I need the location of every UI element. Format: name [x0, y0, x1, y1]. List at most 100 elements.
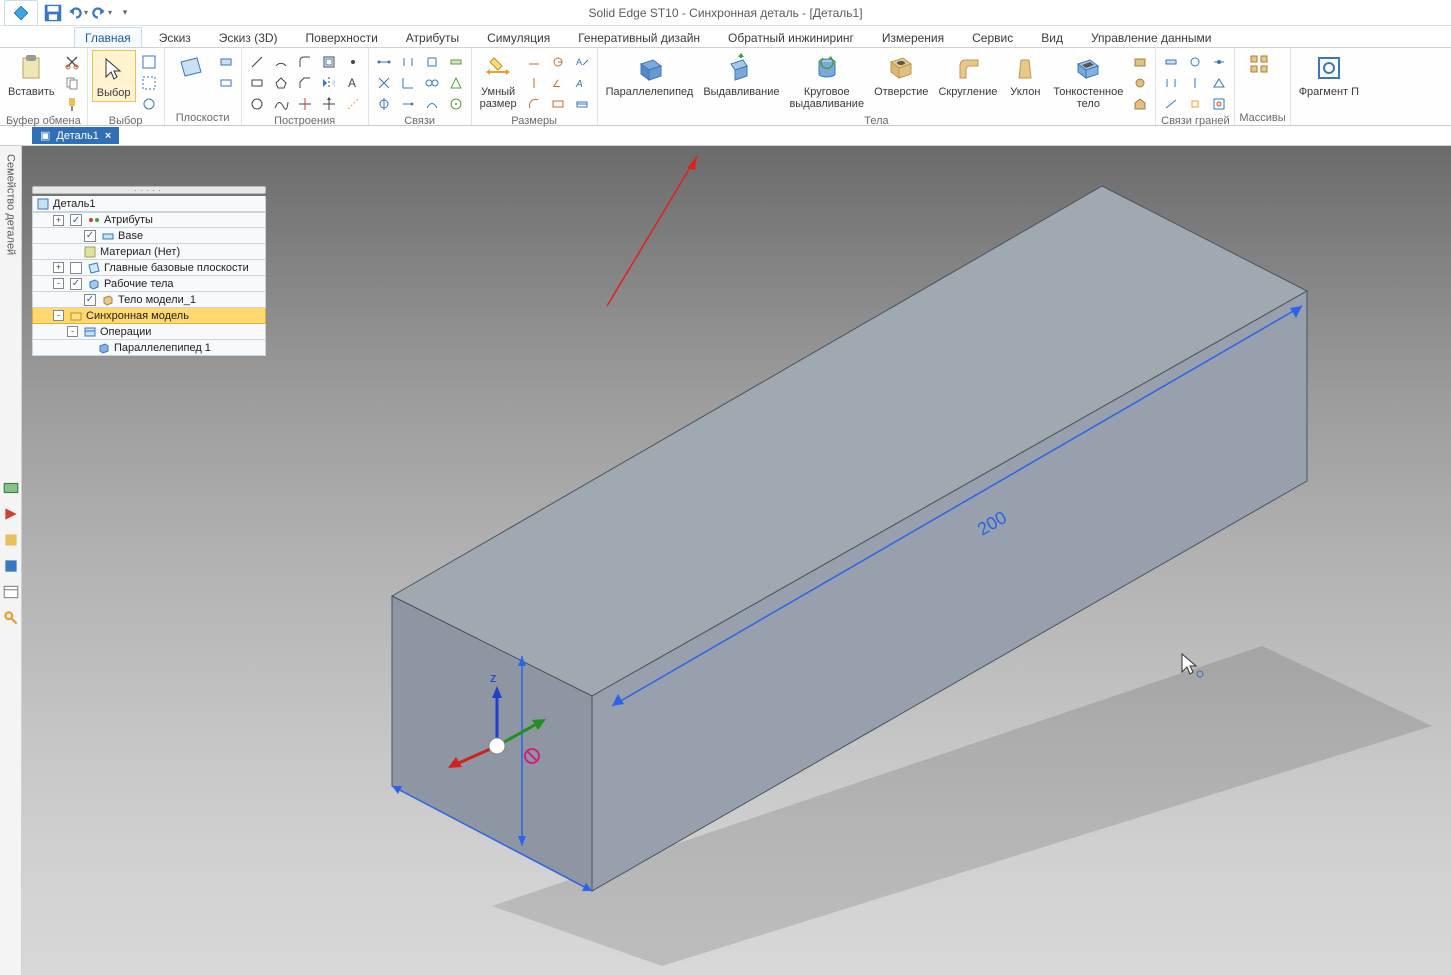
fr-4[interactable]: [1184, 52, 1206, 72]
rel-2[interactable]: [373, 73, 395, 93]
plane-opt-1[interactable]: [215, 52, 237, 72]
ribbon-tab-service[interactable]: Сервис: [961, 27, 1024, 47]
rel-10[interactable]: [445, 52, 467, 72]
tree-checkbox[interactable]: ✓: [70, 278, 82, 290]
tree-item[interactable]: ✓Тело модели_1: [32, 292, 266, 308]
rel-6[interactable]: [397, 94, 419, 114]
hole-button[interactable]: Отверстие: [870, 50, 932, 100]
viewport-3d[interactable]: 200 z Деталь: [22, 146, 1451, 975]
paste-button[interactable]: Вставить: [4, 50, 59, 100]
text-button[interactable]: A: [342, 73, 364, 93]
side-tool-6[interactable]: [2, 609, 20, 627]
undo-button[interactable]: ▾: [66, 3, 88, 23]
construction-button[interactable]: [342, 94, 364, 114]
fr-2[interactable]: [1160, 73, 1182, 93]
dim-2[interactable]: [523, 73, 545, 93]
copy-button[interactable]: [61, 73, 83, 93]
save-button[interactable]: [42, 3, 64, 23]
tree-item[interactable]: +✓Атрибуты: [32, 212, 266, 228]
fr-5[interactable]: [1184, 73, 1206, 93]
side-tool-4[interactable]: [2, 557, 20, 575]
cut-button[interactable]: [61, 52, 83, 72]
document-tab[interactable]: ▣ Деталь1 ×: [32, 127, 119, 144]
rel-4[interactable]: [397, 52, 419, 72]
tree-root[interactable]: Деталь1: [32, 196, 266, 212]
close-tab-button[interactable]: ×: [105, 130, 111, 142]
tree-item[interactable]: +Главные базовые плоскости: [32, 260, 266, 276]
tree-item[interactable]: ✓Base: [32, 228, 266, 244]
tree-expander[interactable]: -: [53, 310, 64, 321]
side-tool-5[interactable]: [2, 583, 20, 601]
fr-7[interactable]: [1208, 52, 1230, 72]
dim-8[interactable]: A: [571, 73, 593, 93]
tree-expander[interactable]: -: [67, 326, 78, 337]
rel-9[interactable]: [421, 94, 443, 114]
plane-opt-2[interactable]: [215, 73, 237, 93]
dim-3[interactable]: [523, 94, 545, 114]
dim-4[interactable]: [547, 52, 569, 72]
rel-11[interactable]: [445, 73, 467, 93]
revolve-button[interactable]: Круговое выдавливание: [785, 50, 868, 112]
tree-checkbox[interactable]: ✓: [84, 294, 96, 306]
tree-checkbox[interactable]: ✓: [84, 230, 96, 242]
tree-grip[interactable]: [32, 186, 266, 194]
extrude-button[interactable]: Выдавливание: [699, 50, 783, 100]
ribbon-tab-reverse[interactable]: Обратный инжиниринг: [717, 27, 865, 47]
fr-8[interactable]: [1208, 73, 1230, 93]
tree-item[interactable]: Параллелепипед 1: [32, 340, 266, 356]
redo-button[interactable]: ▾: [90, 3, 112, 23]
ribbon-tab-surfaces[interactable]: Поверхности: [295, 27, 389, 47]
point-button[interactable]: [342, 52, 364, 72]
fr-9[interactable]: [1208, 94, 1230, 114]
rel-7[interactable]: [421, 52, 443, 72]
trim-button[interactable]: [294, 94, 316, 114]
spline-button[interactable]: [270, 94, 292, 114]
select-mode-1[interactable]: [138, 52, 160, 72]
fr-6[interactable]: [1184, 94, 1206, 114]
ribbon-tab-data[interactable]: Управление данными: [1080, 27, 1223, 47]
solid-ext-3[interactable]: [1129, 94, 1151, 114]
tree-expander[interactable]: +: [53, 215, 64, 226]
pattern-button[interactable]: [1241, 50, 1285, 86]
ribbon-tab-simulation[interactable]: Симуляция: [476, 27, 561, 47]
rel-3[interactable]: [373, 94, 395, 114]
round-button[interactable]: Скругление: [934, 50, 1001, 100]
side-tool-3[interactable]: [2, 531, 20, 549]
ribbon-tab-attributes[interactable]: Атрибуты: [395, 27, 470, 47]
format-painter-button[interactable]: [61, 94, 83, 114]
rel-8[interactable]: [421, 73, 443, 93]
fr-1[interactable]: [1160, 52, 1182, 72]
plane-button[interactable]: [169, 50, 213, 86]
dim-6[interactable]: [547, 94, 569, 114]
arc-button[interactable]: [270, 52, 292, 72]
dim-9[interactable]: [571, 94, 593, 114]
solid-ext-2[interactable]: [1129, 73, 1151, 93]
offset-button[interactable]: [318, 52, 340, 72]
fragment-button[interactable]: Фрагмент П: [1295, 50, 1363, 100]
tree-checkbox[interactable]: [70, 262, 82, 274]
app-menu-button[interactable]: [4, 0, 38, 26]
ribbon-tab-measure[interactable]: Измерения: [871, 27, 955, 47]
fr-3[interactable]: [1160, 94, 1182, 114]
tree-item[interactable]: Материал (Нет): [32, 244, 266, 260]
rect-button[interactable]: [246, 73, 268, 93]
dim-7[interactable]: A: [571, 52, 593, 72]
tree-expander[interactable]: +: [53, 262, 64, 273]
rel-5[interactable]: [397, 73, 419, 93]
select-mode-2[interactable]: [138, 73, 160, 93]
tree-item[interactable]: -Синхронная модель: [32, 308, 266, 324]
smart-dimension-button[interactable]: Умный размер: [476, 50, 521, 112]
thin-wall-button[interactable]: Тонкостенное тело: [1049, 50, 1127, 112]
select-mode-3[interactable]: [138, 94, 160, 114]
mirror-button[interactable]: [318, 73, 340, 93]
box-button[interactable]: Параллелепипед: [602, 50, 698, 100]
chamfer-button[interactable]: [294, 73, 316, 93]
dim-5[interactable]: ∠: [547, 73, 569, 93]
rel-12[interactable]: [445, 94, 467, 114]
solid-ext-1[interactable]: [1129, 52, 1151, 72]
tree-item[interactable]: -Операции: [32, 324, 266, 340]
tree-item[interactable]: -✓Рабочие тела: [32, 276, 266, 292]
rel-1[interactable]: [373, 52, 395, 72]
poly-button[interactable]: [270, 73, 292, 93]
side-tool-2[interactable]: [2, 505, 20, 523]
